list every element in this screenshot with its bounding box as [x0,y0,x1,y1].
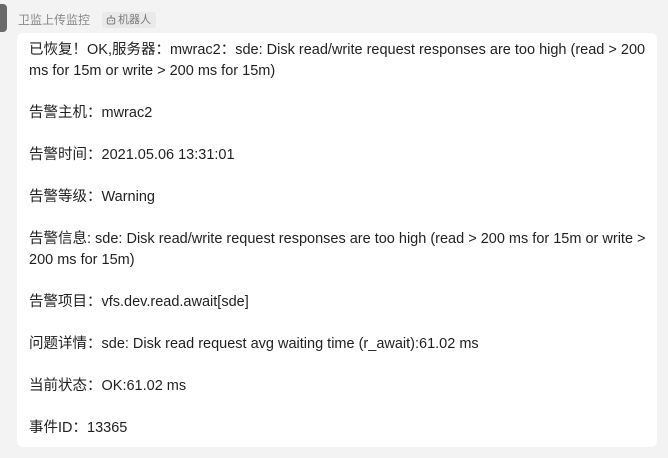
message-line-severity: 告警等级：Warning [29,189,155,205]
message-line-status: 当前状态：OK:61.02 ms [29,378,187,394]
robot-icon [106,15,118,25]
message-line-time: 告警时间：2021.05.06 13:31:01 [29,147,235,163]
bot-badge-label: 机器人 [118,14,152,26]
sender-name[interactable]: 卫监上传监控 [18,11,90,29]
message-header: 卫监上传监控 机器人 [18,11,157,29]
message-line-recovery: 已恢复！OK,服务器：mwrac2：sde: Disk read/write r… [29,42,646,79]
message-line-event-id: 事件ID：13365 [29,420,128,436]
message-line-info: 告警信息: sde: Disk read/write request respo… [29,231,646,268]
message-bubble[interactable]: 已恢复！OK,服务器：mwrac2：sde: Disk read/write r… [17,33,657,447]
message-line-host: 告警主机：mwrac2 [29,105,153,121]
message-line-item: 告警项目：vfs.dev.read.await[sde] [29,294,249,310]
avatar[interactable] [0,4,7,32]
bot-badge: 机器人 [102,12,157,28]
message-line-detail: 问题详情：sde: Disk read request avg waiting … [29,336,479,352]
